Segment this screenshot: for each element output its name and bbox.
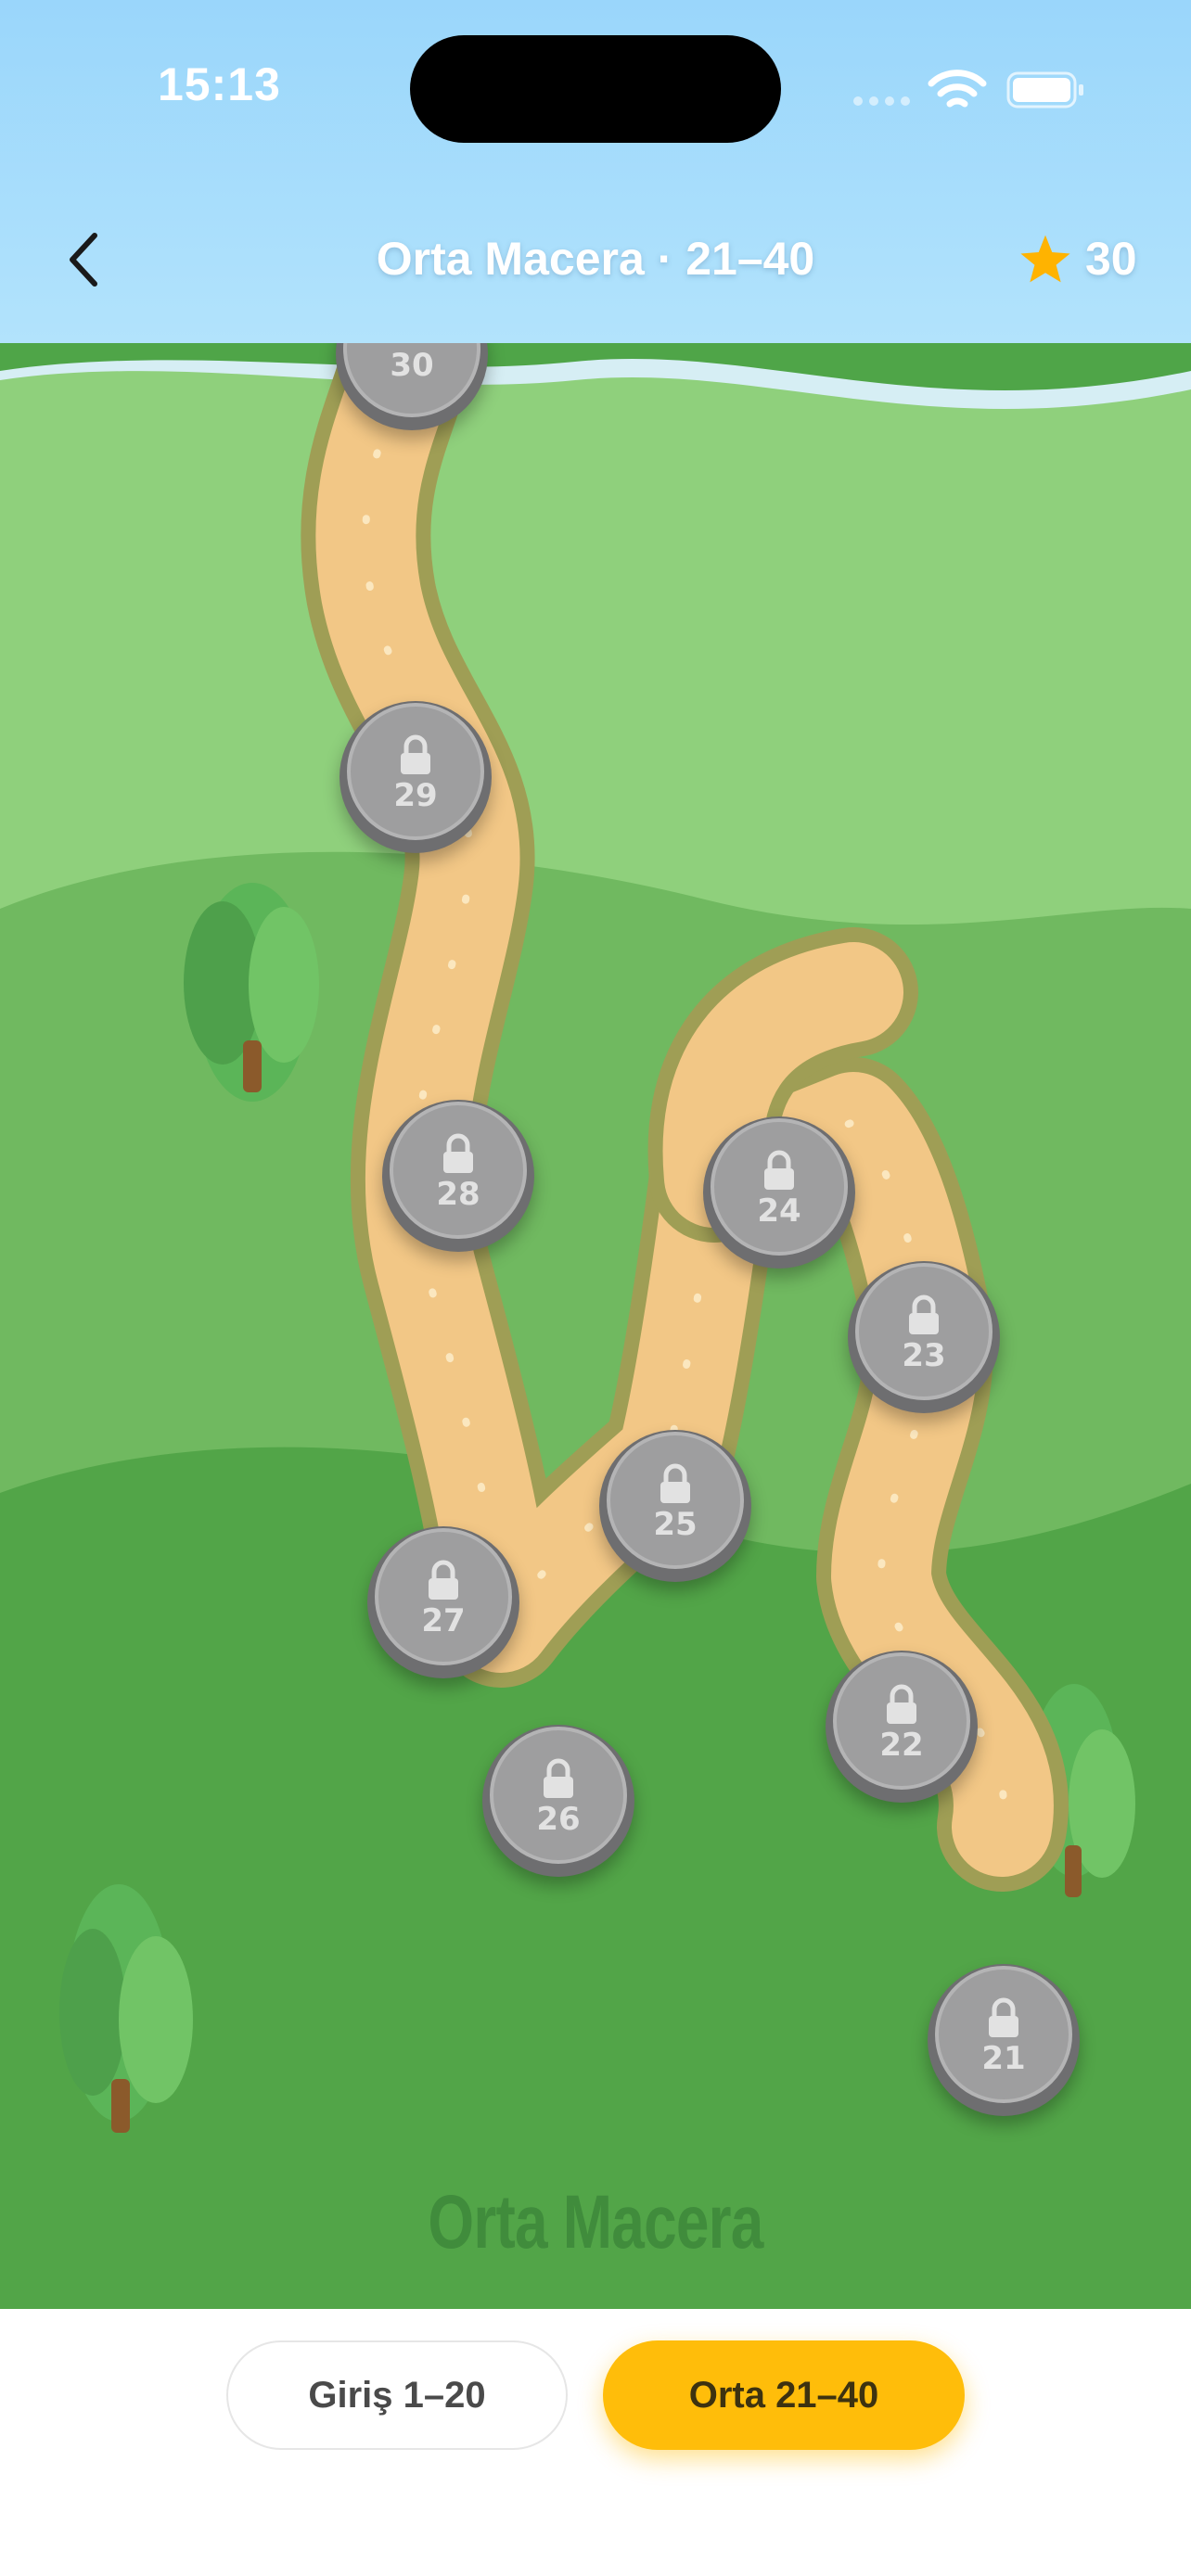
level-number: 23 xyxy=(902,1337,946,1374)
lock-icon xyxy=(887,1684,916,1724)
chevron-left-icon xyxy=(70,233,97,287)
top-header: 15:13 Orta Macera · 21–40 30 xyxy=(0,0,1191,343)
level-node-25[interactable]: 25 xyxy=(599,1430,751,1582)
page-title: Orta Macera · 21–40 xyxy=(376,233,815,285)
lock-icon xyxy=(443,1133,473,1173)
lock-icon xyxy=(429,1560,458,1600)
level-number: 24 xyxy=(757,1192,801,1230)
level-number: 25 xyxy=(653,1506,698,1543)
star-counter: 30 xyxy=(1018,232,1137,286)
level-node-23[interactable]: 23 xyxy=(848,1261,1000,1413)
level-node-29[interactable]: 29 xyxy=(339,701,492,853)
back-button[interactable] xyxy=(56,223,111,297)
status-time: 15:13 xyxy=(158,58,281,110)
lock-icon xyxy=(909,1294,939,1334)
level-number: 29 xyxy=(393,777,438,814)
level-node-28[interactable]: 28 xyxy=(382,1100,534,1252)
wifi-icon xyxy=(928,70,987,108)
level-number: 21 xyxy=(981,2040,1026,2077)
lock-icon xyxy=(764,1150,794,1190)
level-number: 30 xyxy=(390,347,434,384)
star-icon xyxy=(1020,235,1070,283)
tab-mid[interactable]: Orta 21–40 xyxy=(603,2340,965,2450)
battery-icon xyxy=(1006,71,1083,108)
level-node-26[interactable]: 26 xyxy=(482,1725,634,1877)
lock-icon xyxy=(989,1997,1018,2037)
level-node-24[interactable]: 24 xyxy=(703,1116,855,1269)
level-number: 28 xyxy=(436,1176,480,1213)
lock-icon xyxy=(401,734,430,774)
level-node-22[interactable]: 22 xyxy=(826,1651,978,1803)
level-number: 22 xyxy=(879,1727,924,1764)
lock-icon xyxy=(660,1463,690,1503)
bottom-tab-bar: Giriş 1–20 Orta 21–40 xyxy=(0,2309,1191,2576)
map-label: Orta Macera xyxy=(428,2180,763,2264)
lock-icon xyxy=(544,1758,573,1798)
level-node-21[interactable]: 21 xyxy=(928,1964,1080,2116)
level-number: 26 xyxy=(536,1801,581,1838)
level-number: 27 xyxy=(421,1602,466,1639)
cellular-signal-icon xyxy=(853,96,910,106)
dynamic-island xyxy=(410,35,781,143)
tab-intro[interactable]: Giriş 1–20 xyxy=(226,2340,568,2450)
star-count-value: 30 xyxy=(1085,233,1137,285)
level-node-27[interactable]: 27 xyxy=(367,1526,519,1678)
level-map: 21 22 23 24 25 26 27 28 29 30 Orta Macer… xyxy=(0,343,1191,2309)
